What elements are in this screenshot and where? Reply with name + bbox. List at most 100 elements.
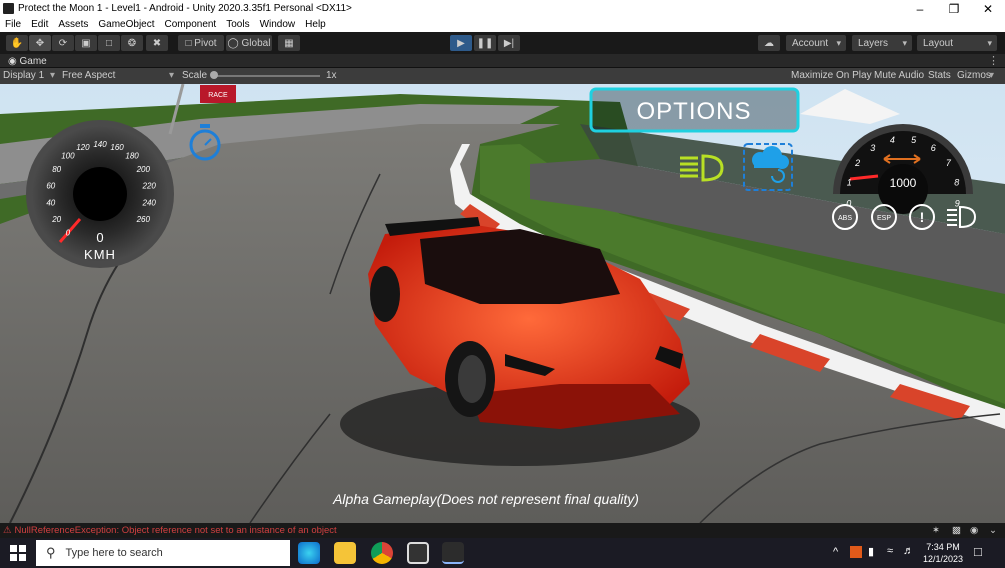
global-toggle[interactable]: ◯ Global <box>226 35 272 51</box>
unity-hub-icon[interactable] <box>407 542 429 564</box>
tab-menu-icon[interactable]: ⋮ <box>988 54 999 67</box>
rpm-tick-8: 8 <box>954 177 959 187</box>
speedo-tick-260: 260 <box>136 215 151 224</box>
windows-taskbar: ⚲ Type here to search ^ ▮ ≈ ♬ 7:34 PM 12… <box>0 538 1005 568</box>
rpm-tick-1: 1 <box>847 177 852 187</box>
collab-icon[interactable]: ◉ <box>970 525 978 536</box>
bug-icon[interactable]: ✶ <box>932 525 940 536</box>
transform-tool-icon[interactable]: ❂ <box>121 35 143 51</box>
layers-dropdown[interactable]: Layers <box>852 35 912 51</box>
cache-server-icon[interactable]: ▩ <box>952 525 961 536</box>
rpm-tick-3: 3 <box>870 143 875 153</box>
aspect-dropdown[interactable]: Free Aspect <box>62 70 115 81</box>
speedo-tick-140: 140 <box>93 140 107 149</box>
maximize-button[interactable]: ❐ <box>937 0 971 17</box>
gizmos-toggle[interactable]: Gizmos <box>957 70 991 81</box>
pause-button[interactable]: ❚❚ <box>474 35 496 51</box>
menu-tools[interactable]: Tools <box>221 19 254 30</box>
rpm-tick-4: 4 <box>890 135 895 145</box>
custom-tool-icon[interactable]: ✖ <box>146 35 168 51</box>
unity-editor-icon[interactable] <box>442 542 464 564</box>
menu-assets[interactable]: Assets <box>53 19 93 30</box>
display-dropdown[interactable]: Display 1 <box>3 70 44 81</box>
pivot-label: Pivot <box>194 37 217 49</box>
rpm-readout: 1000 <box>890 176 917 190</box>
menu-file[interactable]: File <box>0 19 26 30</box>
title-bar: Protect the Moon 1 - Level1 - Android - … <box>0 0 1005 17</box>
speedo-tick-240: 240 <box>142 199 157 208</box>
abs-label: ABS <box>838 215 852 222</box>
tab-game[interactable]: ◉ Game <box>4 54 51 68</box>
speedo-tick-40: 40 <box>46 199 55 208</box>
window-title: Protect the Moon 1 - Level1 - Android - … <box>18 3 352 14</box>
scale-value: 1x <box>326 70 337 81</box>
speedo-tick-100: 100 <box>61 152 75 161</box>
game-scene: RACE 020406080100120 140 16018020022024026… <box>0 84 1005 523</box>
console-error-message[interactable]: NullReferenceException: Object reference… <box>15 525 337 536</box>
speedo-tick-20: 20 <box>51 215 61 224</box>
tray-app-icon[interactable] <box>850 546 862 558</box>
rpm-tick-2: 2 <box>854 158 860 168</box>
menu-edit[interactable]: Edit <box>26 19 53 30</box>
progress-icon[interactable]: ⌄ <box>989 525 997 536</box>
cloud-icon[interactable]: ☁ <box>758 35 780 51</box>
alpha-watermark: Alpha Gameplay(Does not represent final … <box>332 491 639 507</box>
stats-toggle[interactable]: Stats <box>928 70 951 81</box>
menu-component[interactable]: Component <box>160 19 222 30</box>
aspect-chevron-icon: ▾ <box>169 70 175 81</box>
clock-date: 12/1/2023 <box>922 554 964 564</box>
step-button[interactable]: ▶| <box>498 35 520 51</box>
volume-icon[interactable]: ♬ <box>903 545 914 557</box>
speedo-tick-180: 180 <box>125 152 139 161</box>
game-view[interactable]: RACE 0 20 40 60 80 100 120 140 160 180 200 220 240 26… <box>0 84 1005 523</box>
gizmos-chevron-icon: ▾ <box>989 70 995 81</box>
search-placeholder: Type here to search <box>65 547 163 559</box>
race-sign-text: RACE <box>208 92 228 99</box>
svg-text:!: ! <box>920 209 925 225</box>
wifi-icon[interactable]: ≈ <box>887 545 893 557</box>
account-label: Account <box>792 37 829 49</box>
console-status-bar[interactable]: ⚠ NullReferenceException: Object referen… <box>0 523 1005 538</box>
edge-icon[interactable] <box>298 542 320 564</box>
file-explorer-icon[interactable] <box>334 542 356 564</box>
show-hidden-icons-chevron[interactable]: ^ <box>833 546 838 558</box>
maximize-on-play-toggle[interactable]: Maximize On Play <box>791 70 872 81</box>
speed-readout: 0 <box>96 230 103 245</box>
layout-dropdown[interactable]: Layout <box>917 35 997 51</box>
close-button[interactable]: ✕ <box>971 0 1005 17</box>
windows-start-icon[interactable] <box>10 545 26 561</box>
scale-slider-handle[interactable] <box>210 71 218 79</box>
pivot-toggle[interactable]: □ Pivot <box>178 35 224 51</box>
taskbar-search-box[interactable]: ⚲ Type here to search <box>36 540 290 566</box>
minimize-button[interactable]: – <box>903 0 937 17</box>
scale-tool-icon[interactable]: ▣ <box>75 35 97 51</box>
menu-help[interactable]: Help <box>300 19 331 30</box>
scale-slider-track[interactable] <box>212 75 320 77</box>
notification-icon[interactable]: □ <box>974 544 982 559</box>
speed-unit: KMH <box>84 247 116 262</box>
globe-icon: ◯ <box>227 37 239 49</box>
options-button[interactable]: OPTIONS <box>589 87 800 133</box>
taskbar-clock[interactable]: 7:34 PM 12/1/2023 <box>918 541 968 565</box>
menu-bar: File Edit Assets GameObject Component To… <box>0 17 1005 32</box>
rpm-tick-6: 6 <box>931 143 936 153</box>
speedo-tick-60: 60 <box>46 181 55 190</box>
rect-tool-icon[interactable]: □ <box>98 35 120 51</box>
grid-snap-icon[interactable]: ▦ <box>278 35 300 51</box>
account-dropdown[interactable]: Account <box>786 35 846 51</box>
clock-time: 7:34 PM <box>926 542 960 552</box>
mute-audio-toggle[interactable]: Mute Audio <box>874 70 924 81</box>
menu-window[interactable]: Window <box>255 19 301 30</box>
display-chevron-icon: ▾ <box>50 70 56 81</box>
play-button[interactable]: ▶ <box>450 35 472 51</box>
rotate-tool-icon[interactable]: ⟳ <box>52 35 74 51</box>
options-label: OPTIONS <box>636 98 751 125</box>
move-tool-icon[interactable]: ✥ <box>29 35 51 51</box>
menu-gameobject[interactable]: GameObject <box>93 19 159 30</box>
battery-icon[interactable]: ▮ <box>868 545 874 558</box>
esp-label: ESP <box>877 215 891 222</box>
layout-label: Layout <box>923 37 954 49</box>
hand-tool-icon[interactable]: ✋ <box>6 35 28 51</box>
speedo-tick-80: 80 <box>52 165 61 174</box>
chrome-icon[interactable] <box>371 542 393 564</box>
